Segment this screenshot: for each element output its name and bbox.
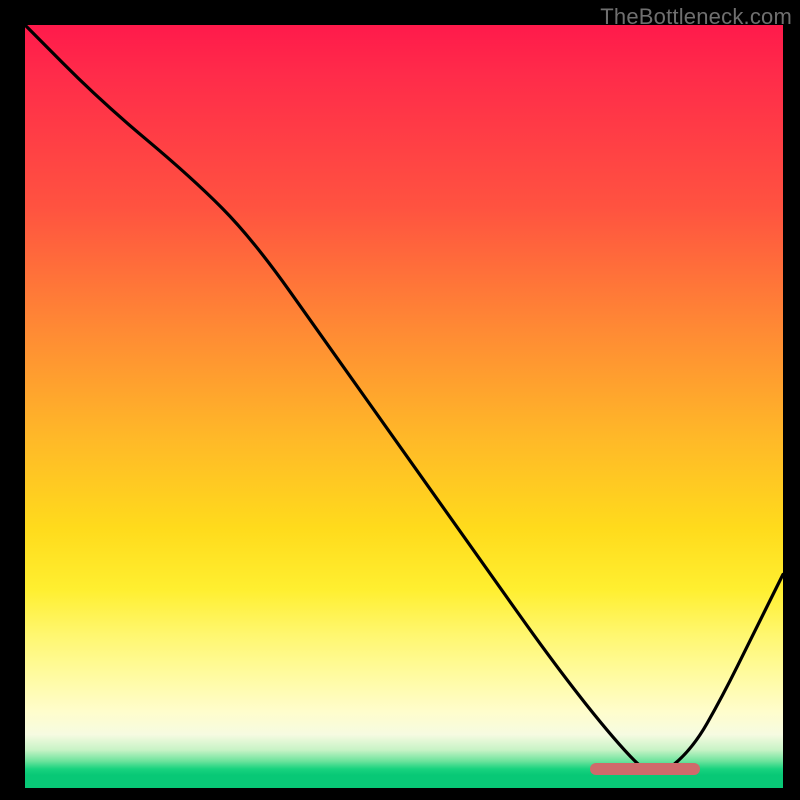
min-marker <box>590 763 700 775</box>
chart-curve <box>25 25 783 788</box>
plot-area <box>25 25 783 788</box>
watermark-text: TheBottleneck.com <box>600 4 792 30</box>
